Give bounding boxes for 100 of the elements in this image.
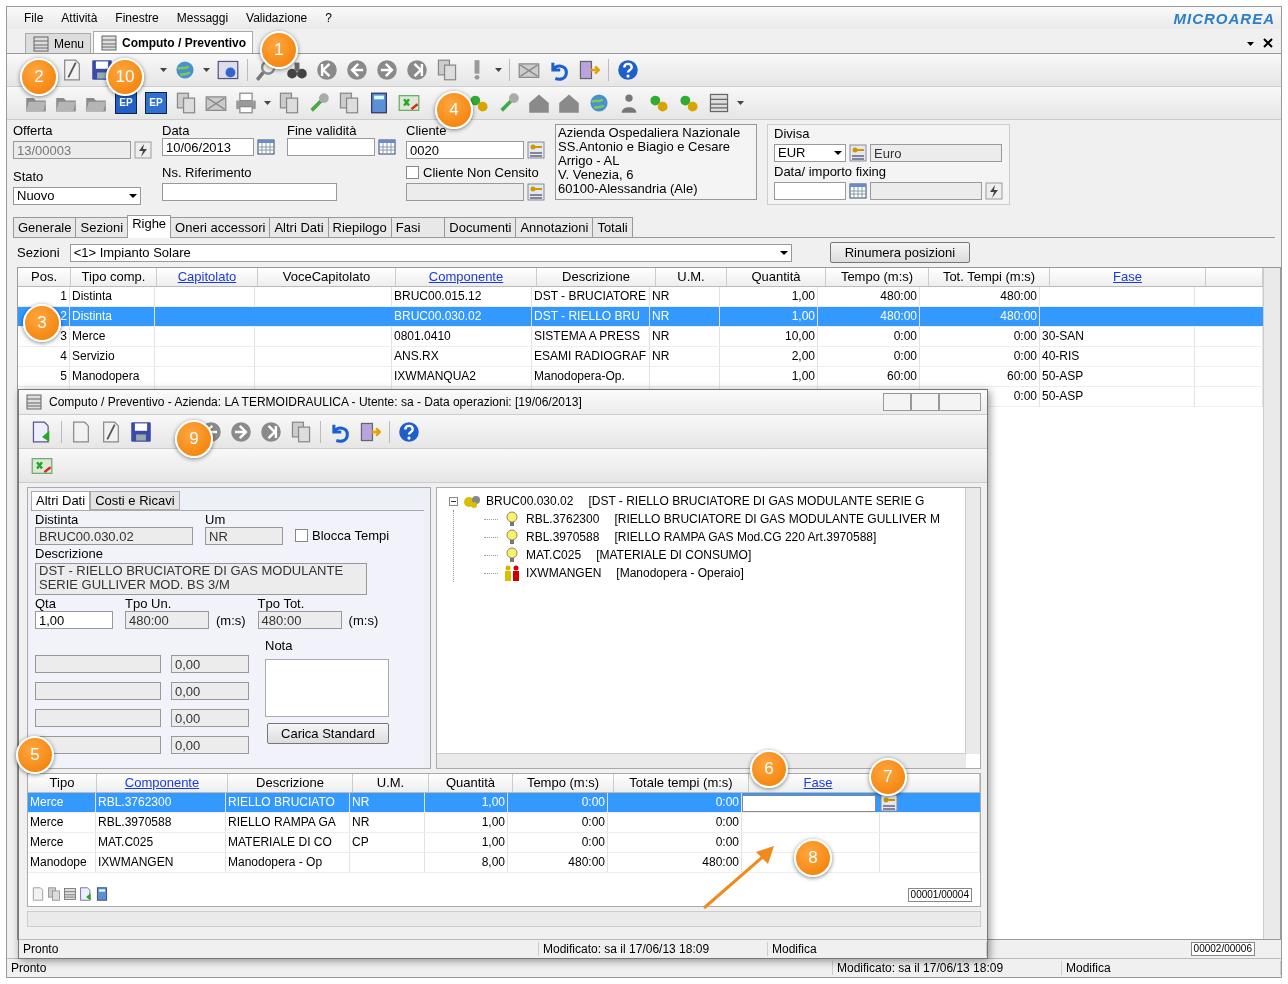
tree-item-code[interactable]: RBL.3762300 (526, 512, 600, 526)
menu-item[interactable]: Attività (52, 11, 107, 25)
input-field[interactable]: 480:00 (257, 611, 342, 629)
close-button[interactable] (939, 393, 981, 411)
lookup-icon[interactable] (527, 141, 545, 159)
tree-item-description[interactable]: [DST - RIELLO BRUCIATORE DI GAS MODULANTE SERIE G (588, 494, 925, 508)
copy-icon[interactable] (338, 92, 360, 114)
input-field[interactable]: 1,00 (35, 611, 113, 629)
description-field[interactable]: DST - RIELLO BRUCIATORE DI GAS MODULANTE SERIE GULLIVER MOD. BS 3/M (35, 563, 367, 595)
lookup-icon[interactable] (880, 793, 898, 812)
input-field[interactable]: 0020 (406, 141, 524, 159)
currency-dropdown[interactable]: EUR (774, 144, 846, 162)
wrench-icon[interactable] (308, 92, 330, 114)
tree-item-code[interactable]: IXWMANGEN (526, 566, 602, 580)
minimize-button[interactable] (883, 393, 911, 411)
ep-icon[interactable]: EP (145, 92, 167, 114)
edit-icon[interactable] (100, 420, 122, 443)
first-record-icon[interactable] (316, 59, 338, 81)
collapse-icon[interactable] (449, 496, 458, 506)
calculator-icon[interactable] (368, 92, 390, 114)
input-field[interactable] (742, 794, 876, 812)
tab[interactable]: Annotazioni (515, 217, 594, 237)
tab[interactable]: Riepilogo (327, 217, 392, 237)
document-tab[interactable]: Menu (25, 33, 92, 53)
lightning-icon[interactable] (134, 141, 152, 159)
house-icon[interactable] (558, 92, 580, 114)
input-field[interactable] (870, 182, 982, 200)
spreadsheet-icon[interactable] (398, 92, 420, 114)
copy-icon[interactable] (278, 92, 300, 114)
input-field[interactable] (406, 183, 524, 201)
house-icon[interactable] (528, 92, 550, 114)
tab[interactable]: Sezioni (75, 217, 129, 237)
help-icon[interactable] (617, 59, 639, 81)
menu-item[interactable]: Validazione (237, 11, 317, 25)
lookup-icon[interactable] (527, 183, 545, 201)
copy-icon[interactable] (436, 59, 458, 81)
document-tab[interactable]: Computo / Preventivo (93, 31, 254, 53)
input-field[interactable]: BRUC00.030.02 (35, 527, 193, 545)
status-dropdown[interactable]: Nuovo (13, 187, 141, 205)
exit-icon[interactable] (578, 59, 600, 81)
tab[interactable]: Fasi (390, 217, 446, 237)
table-row[interactable]: 4 Servizio ANS.RX ESAMI RADIOGRAF NR 2,00 0:00 0:00 40-RIS (18, 347, 1263, 367)
checkbox[interactable] (295, 529, 308, 542)
note-field[interactable] (265, 659, 389, 717)
new-page-icon[interactable] (70, 420, 92, 443)
tab[interactable]: Oneri accessori (170, 217, 271, 237)
date-field[interactable] (287, 138, 375, 156)
tab[interactable]: Documenti (444, 217, 517, 237)
next-icon[interactable] (230, 420, 252, 443)
last-record-icon[interactable] (260, 420, 282, 443)
input-field[interactable] (35, 682, 161, 700)
import-icon[interactable] (79, 886, 93, 901)
globe-icon[interactable] (588, 92, 610, 114)
tab[interactable]: Generale (13, 217, 77, 237)
input-field[interactable]: 0,00 (171, 682, 249, 700)
printer-icon[interactable] (235, 92, 257, 114)
input-field[interactable] (162, 183, 337, 201)
caret-icon[interactable] (203, 68, 210, 72)
tree-item-description[interactable]: [RIELLO BRUCIATORE DI GAS MODULANTE GULLIVER M (614, 512, 941, 526)
load-standard-button[interactable]: Carica Standard (267, 723, 389, 744)
input-field[interactable]: 0,00 (171, 736, 249, 754)
tree-item-description[interactable]: [RIELLO RAMPA GAS Mod.CG 220 Art.3970588] (614, 530, 877, 544)
tree-item-code[interactable]: MAT.C025 (526, 548, 582, 562)
column-header-link[interactable]: Fase (1050, 268, 1206, 286)
next-icon[interactable] (376, 59, 398, 81)
input-field[interactable] (35, 655, 161, 673)
exit-icon[interactable] (359, 420, 381, 443)
menu-item[interactable]: File (15, 11, 53, 25)
table-row[interactable]: 5 Manodopera IXWMANQUA2 Manodopera-Op. 1,00 60:00 60:00 50-ASP (18, 367, 1263, 387)
previous-icon[interactable] (346, 59, 368, 81)
menu-item[interactable]: Finestre (106, 11, 168, 25)
table-icon[interactable] (708, 92, 730, 114)
input-field[interactable]: NR (205, 527, 283, 545)
tab[interactable]: Righe (127, 215, 172, 238)
checkbox[interactable] (406, 166, 419, 179)
input-field[interactable]: 480:00 (125, 611, 209, 629)
section-dropdown[interactable]: <1> Impianto Solare (69, 243, 792, 262)
column-header-link[interactable]: Capitolato (157, 268, 258, 286)
renumber-button[interactable]: Rinumera posizioni (829, 242, 971, 263)
dropdown-icon[interactable] (1247, 42, 1254, 46)
input-field[interactable]: 0,00 (171, 655, 249, 673)
tab[interactable]: Altri Dati (31, 491, 91, 510)
copy-icon[interactable] (175, 92, 197, 114)
globe-icon[interactable] (174, 59, 196, 81)
calendar-icon[interactable] (257, 138, 275, 156)
table-icon[interactable] (63, 886, 77, 901)
date-field[interactable] (774, 182, 846, 200)
tree-item-description[interactable]: [MATERIALE DI CONSUMO] (596, 548, 752, 562)
caret-icon[interactable] (737, 101, 744, 105)
menu-item[interactable]: Messaggi (167, 11, 238, 25)
copy-icon[interactable] (47, 886, 61, 901)
caret-icon[interactable] (264, 101, 271, 105)
help-icon[interactable] (398, 420, 420, 443)
save-icon[interactable] (130, 420, 152, 443)
last-record-icon[interactable] (406, 59, 428, 81)
tab[interactable]: Costi e Ricavi (90, 491, 180, 510)
tree-item-code[interactable]: BRUC00.030.02 (486, 494, 574, 508)
tree-item-description[interactable]: [Manodopera - Operaio] (616, 566, 744, 580)
input-field[interactable] (35, 709, 161, 727)
new-page-icon[interactable] (31, 886, 45, 901)
